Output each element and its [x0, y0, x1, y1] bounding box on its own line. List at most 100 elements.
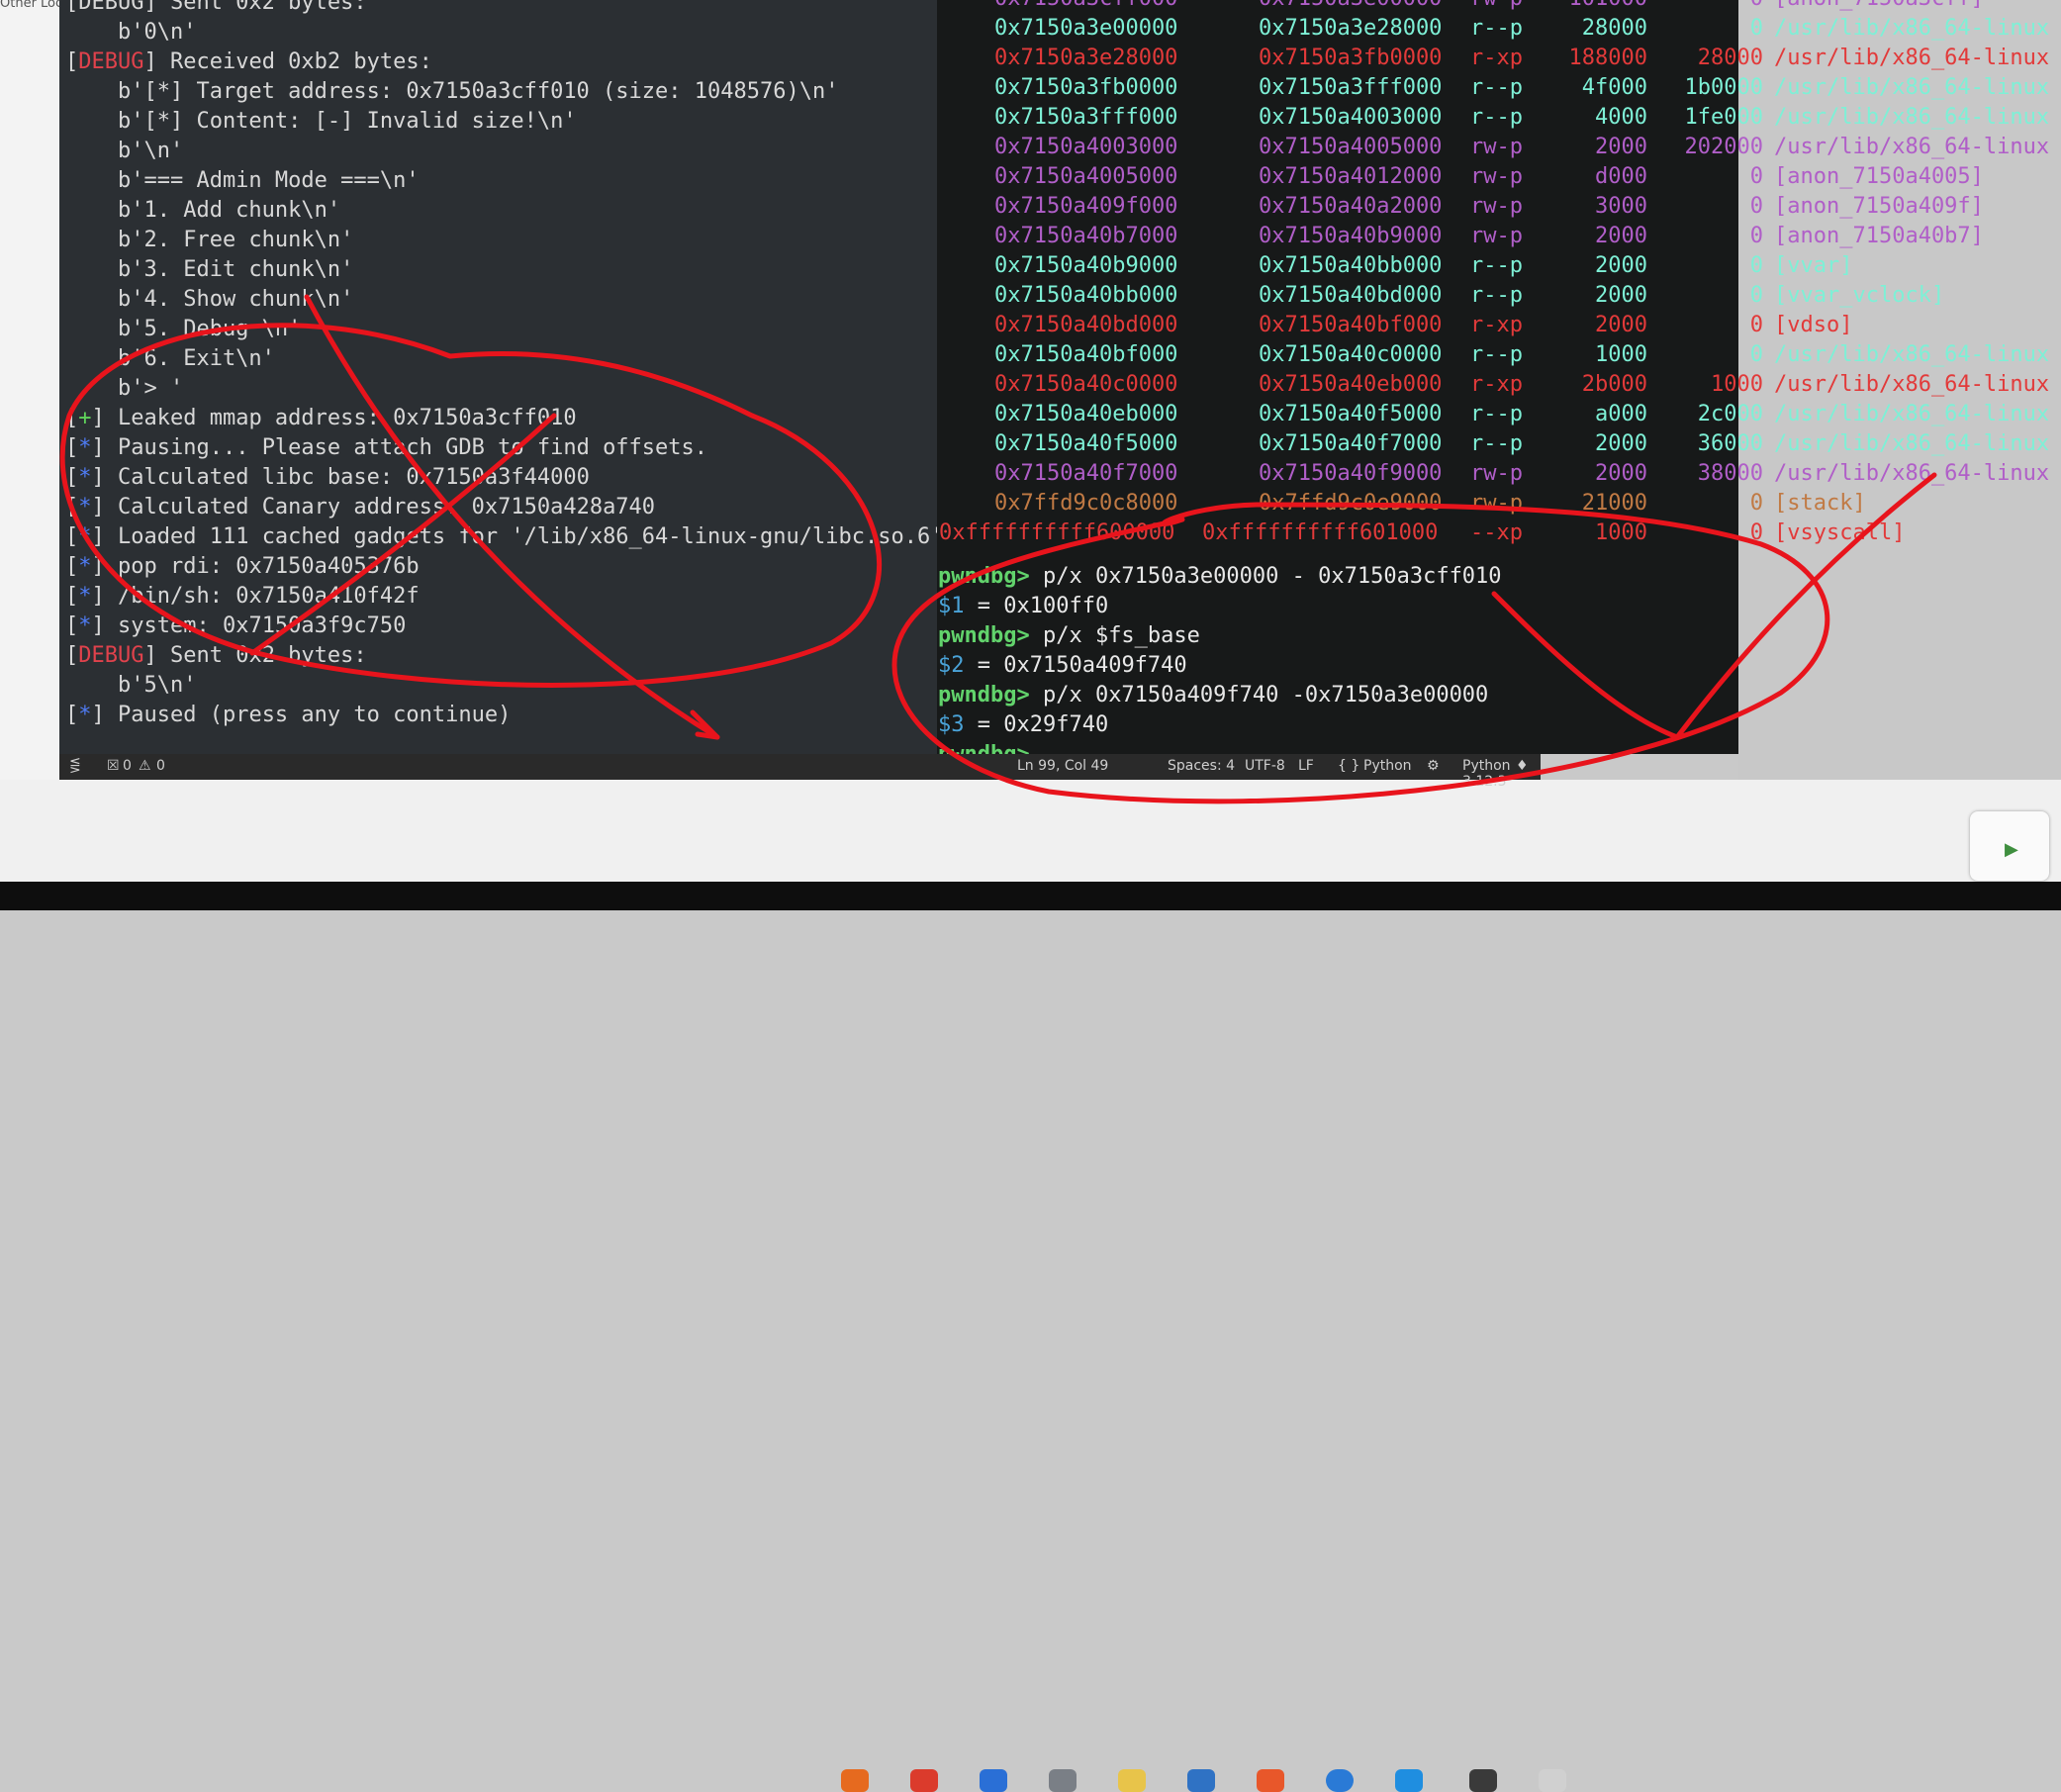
vmmap-perm: rw-p	[1470, 0, 1523, 14]
log-level-tag: +	[78, 406, 92, 430]
vmmap-start: 0x7150a40f5000	[994, 431, 1178, 456]
braces-icon: { }	[1338, 758, 1360, 774]
vmmap-size: 2000	[1595, 461, 1647, 486]
eol-setting[interactable]: LF	[1298, 758, 1314, 774]
vmmap-size: 2b000	[1581, 372, 1647, 397]
vmmap-end: 0x7150a40f9000	[1259, 461, 1443, 486]
vmmap-offset: 0	[1749, 164, 1763, 189]
vmmap-name: [vvar]	[1774, 253, 1853, 278]
remote-icon[interactable]: ⋚	[69, 758, 81, 774]
gdb-history-var: $1	[938, 594, 965, 618]
vmmap-end: 0x7150a3fb0000	[1259, 46, 1443, 70]
log-message: Sent 0x2 bytes:	[156, 643, 367, 668]
warning-icon[interactable]: ⚠	[139, 758, 151, 774]
error-count[interactable]: 0	[123, 758, 132, 774]
vmmap-perm: rw-p	[1470, 491, 1523, 516]
vmmap-name: [vvar_vclock]	[1774, 283, 1945, 308]
terminal-line: b'2. Free chunk\n'	[65, 228, 354, 252]
log-message: Received 0xb2 bytes:	[156, 49, 432, 74]
vmmap-offset: 0	[1749, 224, 1763, 248]
vmmap-name: /usr/lib/x86_64-linux	[1774, 402, 2050, 426]
log-message: /bin/sh: 0x7150a410f42f	[104, 584, 420, 609]
help-icon[interactable]	[1326, 1769, 1354, 1792]
vmmap-perm: r--p	[1470, 283, 1523, 308]
vmmap-start: 0x7150a40b7000	[994, 224, 1178, 248]
vmmap-offset: 0	[1749, 253, 1763, 278]
vmmap-end: 0x7150a40a2000	[1259, 194, 1443, 219]
error-icon[interactable]: ☒	[107, 758, 120, 774]
vmmap-perm: r-xp	[1470, 372, 1523, 397]
vmmap-name: [anon_7150a4005]	[1774, 164, 1984, 189]
terminal-line: [*] Loaded 111 cached gadgets for '/lib/…	[65, 524, 944, 549]
vmmap-size: d000	[1595, 164, 1647, 189]
taskbar	[0, 882, 2061, 1792]
vmmap-perm: rw-p	[1470, 135, 1523, 159]
vmmap-size: 28000	[1581, 16, 1647, 41]
vmmap-perm: --xp	[1470, 520, 1523, 545]
desktop-bottom-area	[0, 780, 2061, 882]
firefox-icon[interactable]	[841, 1769, 869, 1792]
vmmap-offset: 0	[1749, 313, 1763, 337]
log-level-tag: *	[78, 584, 92, 609]
vmmap-offset: 0	[1749, 491, 1763, 516]
vmmap-perm: r-xp	[1470, 313, 1523, 337]
vmmap-name: [anon_7150a3cff]	[1774, 0, 1984, 14]
vmmap-end: 0x7150a40bd000	[1259, 283, 1443, 308]
vmmap-start: 0x7150a40bd000	[994, 313, 1178, 337]
vmmap-start: 0x7150a40bf000	[994, 342, 1178, 367]
vmmap-start: 0x7150a3e28000	[994, 46, 1178, 70]
vmmap-size: 4f000	[1581, 75, 1647, 100]
terminal-line: [*] Calculated Canary address: 0x7150a42…	[65, 495, 656, 519]
vmmap-name: /usr/lib/x86_64-linux	[1774, 105, 2050, 130]
thunderbird-icon[interactable]	[980, 1769, 1007, 1792]
vmmap-start: 0x7150a4003000	[994, 135, 1178, 159]
notification-bell-icon[interactable]: ♦	[1516, 758, 1529, 774]
vscode-icon[interactable]	[1395, 1769, 1423, 1792]
indent-setting[interactable]: Spaces: 4	[1168, 758, 1235, 774]
rhythmbox-icon[interactable]	[1118, 1769, 1146, 1792]
vmmap-name: /usr/lib/x86_64-linux	[1774, 16, 2050, 41]
warning-count[interactable]: 0	[156, 758, 165, 774]
libreoffice-impress-icon[interactable]	[1187, 1769, 1215, 1792]
vmmap-start: 0x7150a409f000	[994, 194, 1178, 219]
gdb-result-line: $3 = 0x29f740	[938, 710, 1108, 740]
copilot-icon[interactable]: ⚙	[1427, 758, 1440, 774]
gimp-icon[interactable]	[1539, 1769, 1566, 1792]
vmmap-size: 2000	[1595, 135, 1647, 159]
encoding-setting[interactable]: UTF-8	[1245, 758, 1285, 774]
gdb-prompt: pwndbg>	[938, 564, 1030, 589]
python-interpreter[interactable]: Python 3.12.3	[1462, 758, 1541, 790]
vmmap-perm: r--p	[1470, 431, 1523, 456]
play-icon[interactable]: ▶	[2005, 839, 2018, 860]
vmmap-size: 3000	[1595, 194, 1647, 219]
editor-status-bar: ⋚ ☒ 0 ⚠ 0 Ln 99, Col 49 Spaces: 4 UTF-8 …	[59, 754, 1541, 790]
vmmap-offset: 1fe000	[1684, 105, 1763, 130]
vmmap-name: /usr/lib/x86_64-linux	[1774, 75, 2050, 100]
vmmap-perm: r--p	[1470, 75, 1523, 100]
vmmap-offset: 0	[1749, 16, 1763, 41]
vmmap-size: 2000	[1595, 283, 1647, 308]
gdb-value: = 0x100ff0	[964, 594, 1109, 618]
terminal-line: [*] system: 0x7150a3f9c750	[65, 613, 407, 638]
vmmap-end: 0x7150a3e00000	[1259, 0, 1442, 14]
log-level-tag: *	[78, 613, 92, 638]
terminal-line: b'1. Add chunk\n'	[65, 198, 341, 223]
vmmap-start: 0x7150a40f7000	[994, 461, 1178, 486]
app-center-icon[interactable]	[1257, 1769, 1284, 1792]
terminal-line: [*] Calculated libc base: 0x7150a3f44000	[65, 465, 590, 490]
gdb-value: = 0x7150a409f740	[964, 653, 1187, 678]
gdb-command-line: pwndbg> p/x 0x7150a3e00000 - 0x7150a3cff…	[938, 562, 1502, 592]
vmmap-size: 2000	[1595, 224, 1647, 248]
chrome-icon[interactable]	[910, 1769, 938, 1792]
vmmap-start: 0x7150a40bb000	[994, 283, 1178, 308]
vmmap-end: 0xffffffffff601000	[1202, 520, 1439, 545]
terminal-line: [*] /bin/sh: 0x7150a410f42f	[65, 584, 420, 609]
vmmap-start: 0x7150a40b9000	[994, 253, 1178, 278]
language-mode[interactable]: Python	[1363, 758, 1412, 774]
cursor-position[interactable]: Ln 99, Col 49	[1017, 758, 1108, 774]
files-icon[interactable]	[1049, 1769, 1077, 1792]
vmmap-offset: 0	[1749, 283, 1763, 308]
terminal-icon[interactable]	[1469, 1769, 1497, 1792]
exploit-terminal[interactable]: [DEBUG] Sent 0x2 bytes: b'0\n' [DEBUG] Re…	[59, 0, 943, 757]
log-level-tag: *	[78, 524, 92, 549]
